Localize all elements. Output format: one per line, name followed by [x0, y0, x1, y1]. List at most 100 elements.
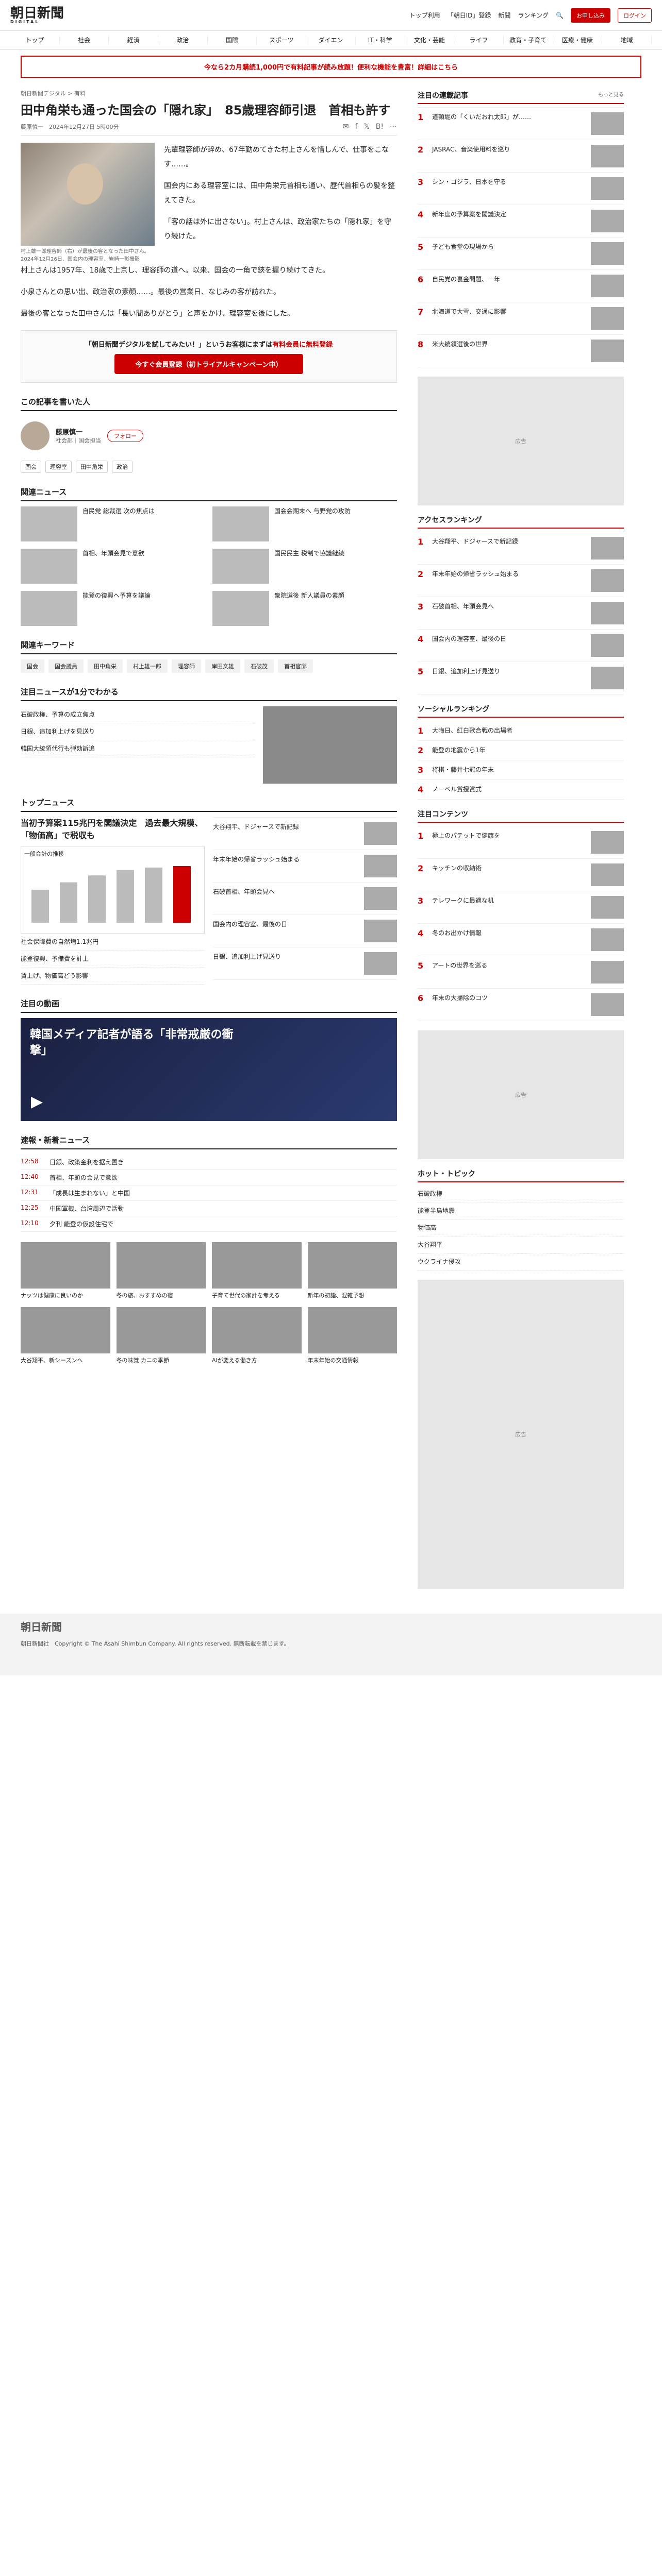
ranking-item[interactable]: 2 キッチンの収納術: [418, 859, 624, 891]
rank-thumb[interactable]: [591, 602, 624, 624]
rank-title[interactable]: テレワークに最適な机: [432, 896, 586, 905]
genre-nav-item[interactable]: ライフ: [454, 36, 504, 44]
keyword-chip[interactable]: 村上雄一郎: [127, 659, 168, 673]
rank-title[interactable]: シン・ゴジラ、日本を守る: [432, 177, 586, 187]
tag[interactable]: 理容室: [45, 460, 72, 473]
flash-title[interactable]: 中国軍機、台湾周辺で活動: [49, 1204, 124, 1213]
more-link[interactable]: もっと見る: [598, 90, 624, 100]
genre-nav-item[interactable]: 経済: [109, 36, 159, 44]
ranking-item[interactable]: 4 ノーベル賞授賞式: [418, 780, 624, 800]
play-icon[interactable]: ▶: [31, 1093, 43, 1111]
ranking-item[interactable]: 1 大谷翔平、ドジャースで新記録: [418, 532, 624, 565]
hot-item[interactable]: 能登半島地震: [418, 1202, 624, 1219]
ranking-item[interactable]: 6 年末の大掃除のコツ: [418, 989, 624, 1021]
rank-thumb[interactable]: [591, 537, 624, 560]
ad-slot[interactable]: 広告: [418, 377, 624, 505]
flash-title[interactable]: 夕刊 能登の仮設住宅で: [49, 1219, 113, 1228]
ranking-item[interactable]: 3 将棋・藤井七冠の年末: [418, 760, 624, 780]
related-thumb[interactable]: [212, 506, 269, 541]
genre-nav-item[interactable]: トップ: [10, 36, 60, 44]
ranking-item[interactable]: 7 北海道で大雪、交通に影響: [418, 302, 624, 335]
feature-image[interactable]: [21, 1242, 110, 1289]
rank-title[interactable]: 道頓堀の「くいだおれ太郎」が……: [432, 112, 586, 122]
topnews-side-item[interactable]: 大谷翔平、ドジャースで新記録: [213, 818, 397, 850]
genre-nav-item[interactable]: ダイエン: [306, 36, 356, 44]
ranking-item[interactable]: 5 子ども食堂の現場から: [418, 238, 624, 270]
feature-card[interactable]: 大谷翔平、新シーズンへ: [21, 1307, 110, 1365]
ranking-item[interactable]: 1 極上のパテットで健康を: [418, 826, 624, 859]
rank-thumb[interactable]: [591, 145, 624, 167]
feature-image[interactable]: [21, 1307, 110, 1354]
feature-image[interactable]: [307, 1242, 397, 1289]
breadcrumb[interactable]: 朝日新聞デジタル > 有料: [21, 89, 397, 97]
topnews-side-title[interactable]: 年末年始の帰省ラッシュ始まる: [213, 855, 359, 864]
related-title[interactable]: 衆院選後 新人議員の素顔: [274, 591, 344, 626]
rank-title[interactable]: 能登の地震から1年: [432, 745, 624, 755]
related-title[interactable]: 首相、年頭会見で意欲: [82, 549, 144, 584]
related-item[interactable]: 能登の復興へ予算を議論: [21, 590, 205, 626]
rank-thumb[interactable]: [591, 667, 624, 689]
topnews-side-thumb[interactable]: [364, 919, 397, 942]
flash-item[interactable]: 12:25 中国軍機、台湾周辺で活動: [21, 1201, 397, 1216]
topnews-side-title[interactable]: 国会内の理容室、最後の日: [213, 920, 359, 929]
feature-image[interactable]: [116, 1242, 206, 1289]
related-item[interactable]: 首相、年頭会見で意欲: [21, 548, 205, 584]
header-nav-item[interactable]: ランキング: [518, 11, 549, 20]
rank-title[interactable]: 自民党の裏金問題、一年: [432, 275, 586, 284]
feature-title[interactable]: 子育て世代の家計を考える: [212, 1292, 302, 1300]
promo-banner[interactable]: 今なら2カ月購読1,000円で有料記事が読み放題！便利な機能を豊富！詳細はこちら: [21, 56, 641, 78]
rank-title[interactable]: ノーベル賞授賞式: [432, 785, 624, 794]
feature-card[interactable]: ナッツは健康に良いのか: [21, 1242, 110, 1300]
facebook-icon[interactable]: f: [355, 123, 358, 131]
rank-title[interactable]: 北海道で大雪、交通に影響: [432, 307, 586, 316]
rank-title[interactable]: 年末年始の帰省ラッシュ始まる: [432, 569, 586, 579]
rank-thumb[interactable]: [591, 634, 624, 657]
flash-item[interactable]: 12:31 「成長は生まれない」と中国: [21, 1185, 397, 1201]
rank-thumb[interactable]: [591, 340, 624, 362]
rank-thumb[interactable]: [591, 112, 624, 135]
keyword-chip[interactable]: 田中角栄: [88, 659, 123, 673]
avatar[interactable]: [21, 421, 49, 450]
flash-title[interactable]: 首相、年頭の会見で意欲: [49, 1173, 118, 1182]
flash-title[interactable]: 日銀、政策金利を据え置き: [49, 1158, 124, 1166]
genre-nav-item[interactable]: IT・科学: [356, 36, 405, 44]
tag[interactable]: 政治: [112, 460, 133, 473]
header-nav-item[interactable]: トップ利用: [409, 11, 440, 20]
feature-image[interactable]: [116, 1307, 206, 1354]
feature-title[interactable]: ナッツは健康に良いのか: [21, 1292, 110, 1300]
topnews-side-thumb[interactable]: [364, 952, 397, 975]
hatena-icon[interactable]: B!: [376, 123, 384, 131]
related-thumb[interactable]: [212, 548, 269, 584]
trend-image[interactable]: [263, 706, 397, 784]
more-icon[interactable]: ⋯: [390, 123, 397, 131]
search-icon[interactable]: 🔍: [556, 12, 564, 19]
rank-title[interactable]: 冬のお出かけ情報: [432, 928, 586, 938]
feature-card[interactable]: 冬の旅、おすすめの宿: [116, 1242, 206, 1300]
topnews-item[interactable]: 賃上げ、物価高どう影響: [21, 968, 205, 985]
keyword-chip[interactable]: 国会: [21, 659, 44, 673]
topnews-side-title[interactable]: 日銀、追加利上げ見送り: [213, 952, 359, 961]
rank-thumb[interactable]: [591, 831, 624, 854]
ranking-item[interactable]: 1 大晦日、紅白歌合戦の出場者: [418, 721, 624, 741]
tag[interactable]: 国会: [21, 460, 41, 473]
related-thumb[interactable]: [21, 548, 77, 584]
related-item[interactable]: 国会会期末へ 与野党の攻防: [212, 506, 397, 541]
rank-thumb[interactable]: [591, 210, 624, 232]
rank-thumb[interactable]: [591, 863, 624, 886]
ranking-item[interactable]: 1 道頓堀の「くいだおれ太郎」が……: [418, 108, 624, 140]
feature-image[interactable]: [212, 1242, 302, 1289]
feature-title[interactable]: 冬の旅、おすすめの宿: [117, 1292, 206, 1300]
register-button[interactable]: 今すぐ会員登録（初トライアルキャンペーン中）: [114, 353, 303, 374]
rank-title[interactable]: アートの世界を巡る: [432, 961, 586, 970]
rank-title[interactable]: 大谷翔平、ドジャースで新記録: [432, 537, 586, 546]
related-title[interactable]: 国会会期末へ 与野党の攻防: [274, 506, 351, 541]
ranking-item[interactable]: 2 年末年始の帰省ラッシュ始まる: [418, 565, 624, 597]
hot-item[interactable]: 大谷翔平: [418, 1236, 624, 1253]
ranking-item[interactable]: 6 自民党の裏金問題、一年: [418, 270, 624, 302]
flash-title[interactable]: 「成長は生まれない」と中国: [49, 1189, 130, 1197]
rank-thumb[interactable]: [591, 993, 624, 1016]
follow-button[interactable]: フォロー: [107, 429, 143, 442]
topnews-side-item[interactable]: 国会内の理容室、最後の日: [213, 915, 397, 947]
flash-item[interactable]: 12:10 夕刊 能登の仮設住宅で: [21, 1216, 397, 1232]
feature-title[interactable]: 年末年始の交通情報: [308, 1357, 398, 1365]
